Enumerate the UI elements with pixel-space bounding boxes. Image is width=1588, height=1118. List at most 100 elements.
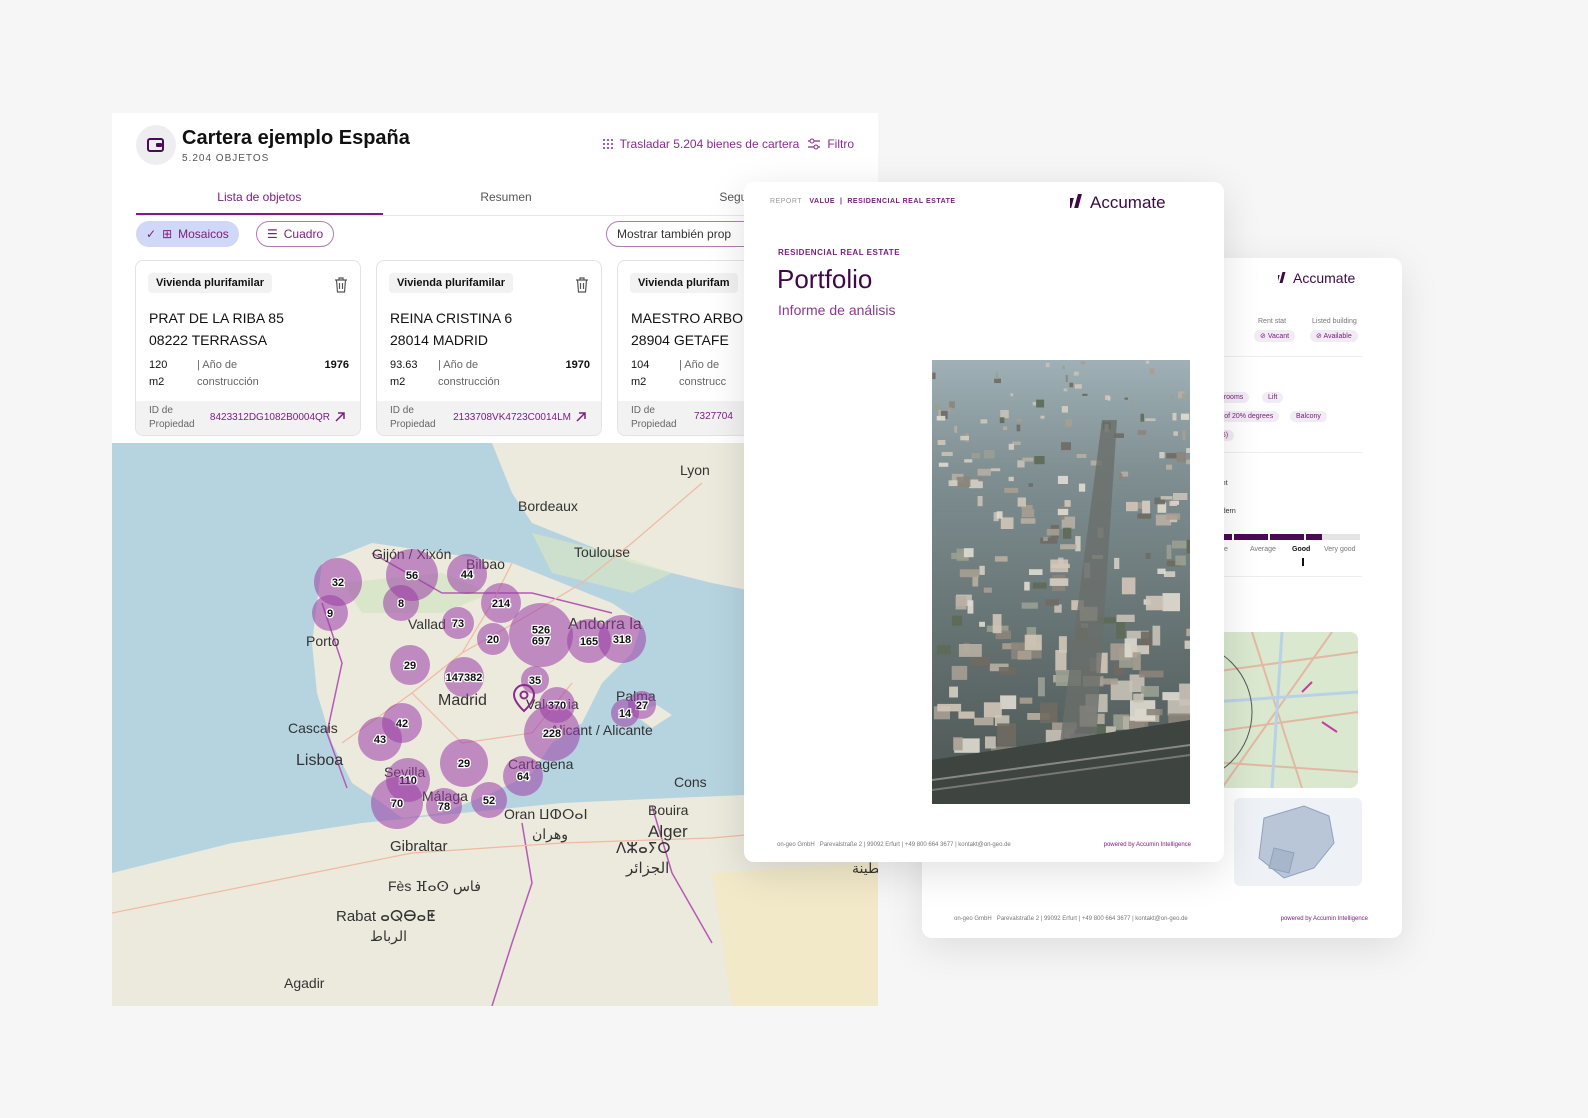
tiles-view-button[interactable]: ✓ ⊞ Mosaicos [136, 221, 239, 247]
filter-button[interactable]: Filtro [807, 137, 854, 151]
map-place-label: Fès ⴼⴰⵙ فاس [388, 878, 481, 895]
map-place-label: Bordeaux [518, 498, 578, 514]
wallet-icon [136, 125, 176, 165]
map-cluster[interactable]: 52 [471, 782, 507, 818]
table-label: Cuadro [283, 227, 324, 241]
map-cluster[interactable]: 147382 [444, 657, 484, 697]
available-badge: ⊘ Available [1310, 330, 1358, 342]
cluster-count: 228 [543, 728, 561, 740]
map-cluster[interactable]: 29 [390, 645, 430, 685]
scale-label-4: Very good [1324, 546, 1356, 553]
property-id-link[interactable]: 7327704 [694, 411, 733, 422]
cluster-count: 20 [487, 634, 499, 646]
table-view-button[interactable]: ☰ Cuadro [256, 221, 335, 247]
map-cluster[interactable]: 9 [312, 595, 348, 631]
property-address: REINA CRISTINA 6 28014 MADRID [390, 310, 513, 348]
year-label: | Año de construcción [197, 359, 259, 388]
scale-label-3: Good [1292, 546, 1311, 553]
rent-stat-label: Rent stat [1258, 318, 1287, 325]
property-card[interactable]: Vivienda plurifamilar PRAT DE LA RIBA 85… [135, 260, 361, 436]
footer-address: Parevalstraße 2 | 99092 Erfurt | +49 800… [996, 916, 1188, 922]
map-cluster[interactable]: 64 [503, 756, 543, 796]
property-id-label: ID de Propiedad [390, 405, 436, 430]
area-value: 93.63 m2 [390, 359, 418, 388]
map-place-label: Agadir [284, 975, 325, 991]
footer-company: on-geo GmbH [777, 842, 815, 848]
report-front-footer: on-geo GmbH Parevalstraße 2 | 99092 Erfu… [777, 842, 1191, 848]
cluster-count: 78 [438, 801, 450, 813]
city-aerial-photo [932, 360, 1190, 804]
cluster-count: 73 [452, 618, 464, 630]
map-place-label: Cascais [288, 720, 338, 736]
trash-icon[interactable] [334, 277, 348, 298]
accumate-logo: Accumate [1067, 190, 1196, 219]
footer-company: on-geo GmbH [954, 916, 992, 922]
map-place-label: Gibraltar [390, 838, 448, 855]
map-place-label: Oran ⵡⵀⵔⴰⵏ [504, 806, 588, 822]
map-place-label: الرباط [370, 928, 407, 945]
cluster-count: 56 [406, 570, 418, 582]
property-type-badge: Vivienda plurifamilar [389, 273, 514, 293]
map-place-label: الجزائر [625, 860, 669, 877]
scale-label-2: Average [1250, 546, 1276, 553]
map-cluster[interactable]: 70 [371, 777, 423, 829]
property-type-badge: Vivienda plurifam [630, 273, 738, 293]
transfer-button[interactable]: Trasladar 5.204 bienes de cartera [602, 137, 799, 151]
map-cluster[interactable]: 228 [524, 705, 580, 761]
list-icon: ☰ [267, 227, 278, 241]
map-cluster[interactable]: 8 [383, 585, 419, 621]
map-cluster[interactable]: 526697 [509, 603, 573, 667]
map-cluster[interactable]: 20 [477, 623, 509, 655]
cluster-count: 8 [398, 598, 404, 610]
footer-address: Parevalstraße 2 | 99092 Erfurt | +49 800… [819, 842, 1011, 848]
map-cluster[interactable]: 14 [611, 699, 639, 727]
arrow-up-right-icon [335, 412, 345, 422]
cluster-count: 43 [374, 734, 386, 746]
cluster-count: 70 [391, 798, 403, 810]
cluster-count: 44 [461, 569, 474, 581]
property-id-link[interactable]: 2133708VK4723C0014LM [453, 411, 587, 423]
area-value: 104 m2 [631, 359, 650, 388]
area-value: 120 m2 [149, 359, 168, 388]
vacant-badge: ⊘ Vacant [1254, 330, 1296, 342]
app-header: Cartera ejemplo España 5.204 OBJETOS Tra… [136, 125, 854, 175]
map-place-label: ⴷⵣⴰⵢⵔ [616, 840, 671, 857]
cluster-count: 35 [529, 675, 541, 687]
map-place-label: Rabat ⴰⵕⴱⴰⵟ [336, 908, 436, 925]
logo-text: Accumate [1293, 270, 1355, 286]
accumate-logo: Accumate [1274, 270, 1368, 291]
year-label: | Año de construcción [438, 359, 500, 388]
property-address: MAESTRO ARBO 28904 GETAFE [631, 310, 744, 348]
map-cluster[interactable]: 35 [521, 666, 549, 694]
scale-marker [1302, 558, 1304, 566]
trash-icon[interactable] [575, 277, 589, 298]
footer-powered: powered by Accumin Intelligence [1103, 842, 1191, 848]
map-cluster[interactable]: 73 [442, 607, 474, 639]
balcony-badge: Balcony [1290, 411, 1327, 422]
property-card[interactable]: Vivienda plurifamilar REINA CRISTINA 6 28… [376, 260, 602, 436]
map-place-label: Lyon [680, 462, 710, 478]
filter-label: Filtro [827, 137, 854, 151]
map-cluster[interactable]: 78 [426, 788, 462, 824]
tab-object-list[interactable]: Lista de objetos [136, 180, 383, 215]
property-type-badge: Vivienda plurifamilar [148, 273, 273, 293]
map-cluster[interactable]: 29 [440, 739, 488, 787]
report-title: Portfolio [777, 264, 873, 294]
map-place-label: Alger [648, 822, 688, 841]
stage: Accumate Rent stat Listed building ⊘ Vac… [0, 0, 1588, 1118]
property-id-label: ID de Propiedad [149, 405, 195, 430]
map-cluster[interactable]: 318 [598, 615, 646, 663]
grid-dots-icon [602, 139, 613, 149]
cluster-count: 318 [613, 634, 631, 646]
listed-building-label: Listed building [1312, 318, 1357, 325]
map-cluster[interactable]: 44 [447, 554, 487, 594]
tiles-grid-icon: ⊞ [162, 227, 173, 241]
report-district-map [1234, 798, 1362, 886]
check-icon: ✓ [146, 227, 157, 241]
property-id-link[interactable]: 8423312DG1082B0004QR [210, 411, 346, 423]
cluster-count: 14 [619, 708, 632, 720]
map-cluster[interactable]: 43 [358, 717, 402, 761]
tab-summary[interactable]: Resumen [383, 180, 630, 215]
report-map-thumb [1212, 632, 1358, 788]
cluster-count: 29 [458, 758, 470, 770]
